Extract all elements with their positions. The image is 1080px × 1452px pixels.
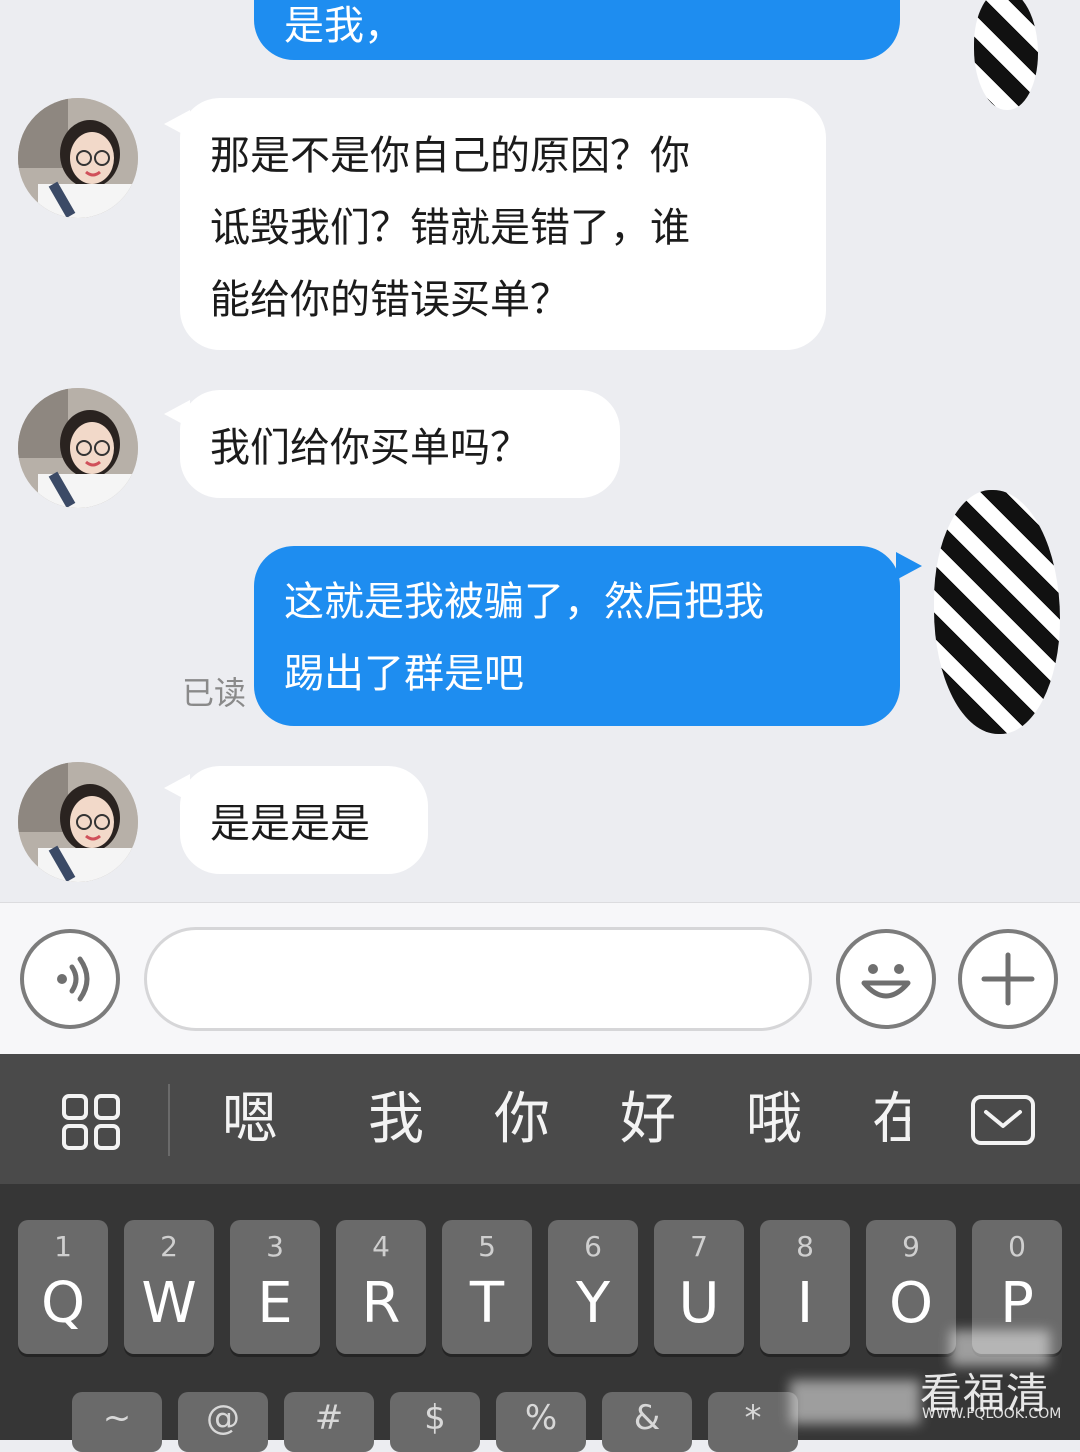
key-i[interactable]: 8I xyxy=(760,1220,850,1354)
chevron-down-icon xyxy=(971,1095,1035,1145)
keyboard-menu-button[interactable] xyxy=(60,1094,124,1152)
my-avatar-redacted[interactable] xyxy=(974,0,1038,110)
my-avatar-redacted[interactable] xyxy=(934,490,1060,734)
emoji-button[interactable] xyxy=(836,929,936,1029)
message-bubble-outgoing[interactable]: 是我， xyxy=(254,0,900,60)
message-bubble-incoming[interactable]: 我们给你买单吗？ xyxy=(180,390,620,498)
avatar-photo-icon xyxy=(18,388,138,508)
key-asterisk[interactable]: * xyxy=(708,1392,798,1452)
candidate-word[interactable]: 在 xyxy=(872,1082,910,1158)
plus-icon xyxy=(981,952,1035,1006)
grid-icon xyxy=(62,1094,120,1150)
watermark-url: WWW.FQLOOK.COM xyxy=(922,1406,1062,1422)
emoji-icon xyxy=(861,964,911,999)
avatar-photo-icon xyxy=(18,762,138,882)
voice-icon xyxy=(57,956,90,1002)
chat-area[interactable]: 是我， 那是不是你自己的原因？你 诋毁我们？错就是错了，谁 能给你的错误买单？ xyxy=(0,0,1080,902)
candidate-word[interactable]: 哦 xyxy=(746,1082,802,1158)
collapse-keyboard-button[interactable] xyxy=(970,1094,1036,1148)
message-bubble-incoming[interactable]: 那是不是你自己的原因？你 诋毁我们？错就是错了，谁 能给你的错误买单？ xyxy=(180,98,826,350)
key-at[interactable]: @ xyxy=(178,1392,268,1452)
key-o[interactable]: 9O xyxy=(866,1220,956,1354)
message-input[interactable] xyxy=(144,927,812,1031)
candidate-word[interactable]: 嗯 xyxy=(222,1082,278,1158)
message-bubble-incoming[interactable]: 是是是是 xyxy=(180,766,428,874)
key-percent[interactable]: % xyxy=(496,1392,586,1452)
key-w[interactable]: 2W xyxy=(124,1220,214,1354)
key-ampersand[interactable]: & xyxy=(602,1392,692,1452)
candidate-bar: 嗯 我 你 好 哦 在 xyxy=(0,1054,1080,1184)
candidate-word[interactable]: 好 xyxy=(620,1082,676,1158)
key-hash[interactable]: # xyxy=(284,1392,374,1452)
key-dollar[interactable]: $ xyxy=(390,1392,480,1452)
key-q[interactable]: 1Q xyxy=(18,1220,108,1354)
candidate-divider xyxy=(168,1084,170,1156)
key-u[interactable]: 7U xyxy=(654,1220,744,1354)
more-button[interactable] xyxy=(958,929,1058,1029)
contact-avatar[interactable] xyxy=(18,762,138,882)
key-r[interactable]: 4R xyxy=(336,1220,426,1354)
read-status: 已读 xyxy=(182,674,247,712)
watermark-blur xyxy=(790,1380,920,1424)
key-y[interactable]: 6Y xyxy=(548,1220,638,1354)
avatar-photo-icon xyxy=(18,98,138,218)
contact-avatar[interactable] xyxy=(18,98,138,218)
input-bar xyxy=(0,902,1080,1055)
contact-avatar[interactable] xyxy=(18,388,138,508)
candidate-word[interactable]: 你 xyxy=(494,1082,550,1158)
candidate-word[interactable]: 我 xyxy=(368,1082,424,1158)
message-bubble-outgoing[interactable]: 这就是我被骗了，然后把我 踢出了群是吧 xyxy=(254,546,900,726)
key-tilde[interactable]: ~ xyxy=(72,1392,162,1452)
key-e[interactable]: 3E xyxy=(230,1220,320,1354)
key-t[interactable]: 5T xyxy=(442,1220,532,1354)
voice-button[interactable] xyxy=(20,929,120,1029)
